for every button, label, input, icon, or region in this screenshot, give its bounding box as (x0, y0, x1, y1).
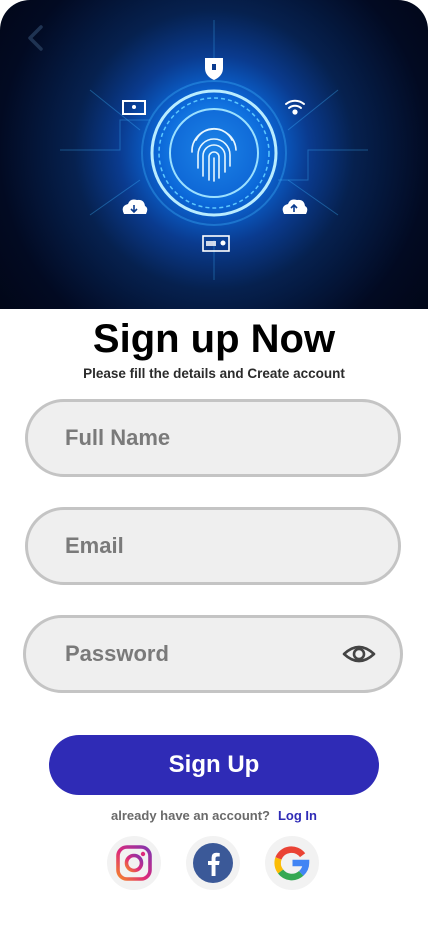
full-name-field[interactable] (25, 399, 401, 477)
monitor-icon (122, 100, 146, 115)
card-icon (202, 235, 230, 252)
email-field[interactable] (25, 507, 401, 585)
back-chevron-icon (28, 25, 43, 51)
password-field[interactable] (23, 615, 403, 693)
login-link[interactable]: Log In (278, 808, 317, 823)
hero-image (0, 0, 428, 309)
google-button[interactable] (265, 836, 319, 890)
google-icon (274, 846, 310, 881)
shield-icon (205, 58, 223, 80)
wifi-icon (285, 99, 305, 115)
show-password-toggle[interactable] (342, 640, 376, 668)
eye-icon (342, 645, 376, 663)
signup-screen: Sign up Now Please fill the details and … (0, 0, 428, 926)
sign-up-button[interactable]: Sign Up (49, 735, 379, 795)
login-prompt: already have an account? Log In (0, 808, 428, 823)
facebook-button[interactable] (186, 836, 240, 890)
page-title: Sign up Now (92, 317, 336, 361)
password-input[interactable] (65, 618, 325, 690)
cloud-upload-icon (282, 199, 308, 214)
facebook-icon (193, 843, 233, 883)
email-input[interactable] (65, 510, 325, 582)
page-subtitle: Please fill the details and Create accou… (83, 366, 345, 381)
login-prompt-text: already have an account? (111, 808, 270, 823)
instagram-icon (116, 845, 152, 881)
back-button[interactable] (16, 18, 54, 56)
cloud-download-icon (122, 199, 148, 214)
full-name-input[interactable] (65, 402, 325, 474)
instagram-button[interactable] (107, 836, 161, 890)
hero-illustration (60, 20, 368, 280)
